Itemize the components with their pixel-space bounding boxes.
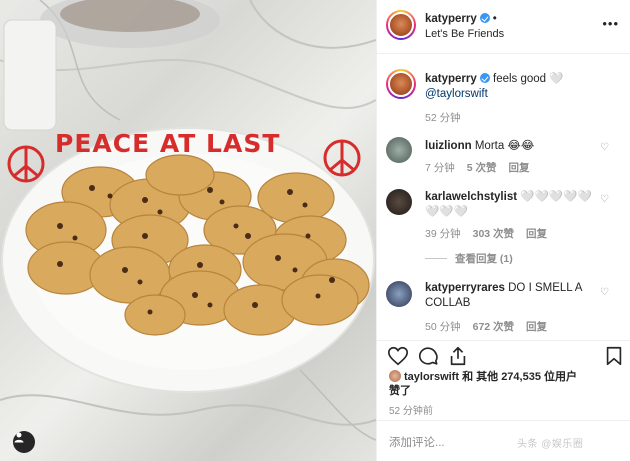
comments-list[interactable]: katyperry feels good 🤍 @taylorswift 52 分… <box>377 55 630 340</box>
verified-badge-icon <box>479 73 490 83</box>
comment-icon[interactable] <box>417 345 439 367</box>
caption-mention[interactable]: @taylorswift <box>425 88 488 100</box>
share-icon[interactable] <box>447 345 469 367</box>
bookmark-icon[interactable] <box>603 345 625 367</box>
heart-icon[interactable]: ♡ <box>600 194 609 205</box>
liker-username[interactable]: taylorswift <box>404 371 459 383</box>
commenter-username[interactable]: katyperryrares <box>425 282 505 294</box>
commenter-avatar[interactable] <box>386 189 412 215</box>
reply-button[interactable]: 回复 <box>509 162 530 174</box>
user-tags-button[interactable] <box>13 431 35 453</box>
header-separator: • <box>492 13 497 25</box>
photo-scene: PEACE AT LAST <box>0 0 376 441</box>
view-replies-label: 查看回复 (1) <box>455 253 513 265</box>
liker-avatar <box>389 370 401 382</box>
view-replies-button[interactable]: 查看回复 (1) <box>425 251 513 266</box>
likes-summary: taylorswift 和 其他 274,535 位用户 赞了 <box>389 370 619 398</box>
caption-text: feels good 🤍 <box>493 73 564 85</box>
post-side-panel: katyperry • Let's Be Friends ••• katyperr… <box>376 0 630 461</box>
comment-time: 39 分钟 <box>425 228 461 240</box>
likes-count[interactable]: 和 其他 274,535 位用户 <box>462 371 577 383</box>
add-comment-bar[interactable]: 添加评论... 头条 @娱乐圈 <box>377 420 630 461</box>
comment-time: 7 分钟 <box>425 162 455 174</box>
post-location[interactable]: Let's Be Friends <box>425 28 504 40</box>
divider-line <box>425 258 447 259</box>
commenter-avatar[interactable] <box>386 281 412 307</box>
plate-text: PEACE AT LAST <box>55 129 280 158</box>
likes-suffix: 赞了 <box>389 385 411 397</box>
watermark: 头条 @娱乐圈 <box>517 439 584 450</box>
post-photo[interactable]: PEACE AT LAST <box>0 0 376 461</box>
post-timestamp[interactable]: 52 分钟前 <box>389 402 433 417</box>
reply-button[interactable]: 回复 <box>526 321 547 333</box>
caption-username[interactable]: katyperry <box>425 73 477 85</box>
caption: katyperry feels good 🤍 @taylorswift <box>425 72 615 102</box>
author-username[interactable]: katyperry <box>425 13 477 25</box>
add-comment-input[interactable]: 添加评论... <box>389 434 445 450</box>
commenter-avatar[interactable] <box>386 137 412 163</box>
reply-button[interactable]: 回复 <box>526 228 547 240</box>
heart-icon[interactable]: ♡ <box>600 142 609 153</box>
author-avatar[interactable] <box>386 10 416 40</box>
person-icon <box>14 432 24 443</box>
comment-time: 50 分钟 <box>425 321 461 333</box>
commenter-username[interactable]: luizlionn <box>425 140 472 152</box>
post-actions: taylorswift 和 其他 274,535 位用户 赞了 52 分钟前 <box>377 340 630 420</box>
heart-icon[interactable] <box>387 345 409 367</box>
comment-likes[interactable]: 5 次赞 <box>467 162 497 174</box>
caption-time: 52 分钟 <box>425 112 461 124</box>
comment-likes[interactable]: 303 次赞 <box>473 228 514 240</box>
caption-avatar[interactable] <box>386 69 416 99</box>
more-options-icon[interactable]: ••• <box>602 17 619 30</box>
comment-likes[interactable]: 672 次赞 <box>473 321 514 333</box>
heart-icon[interactable]: ♡ <box>600 287 609 298</box>
comment-text: Morta 😂😂 <box>474 140 535 152</box>
verified-badge-icon <box>479 13 490 23</box>
commenter-username[interactable]: karlawelchstylist <box>425 191 517 203</box>
post-header: katyperry • Let's Be Friends ••• <box>377 0 630 54</box>
